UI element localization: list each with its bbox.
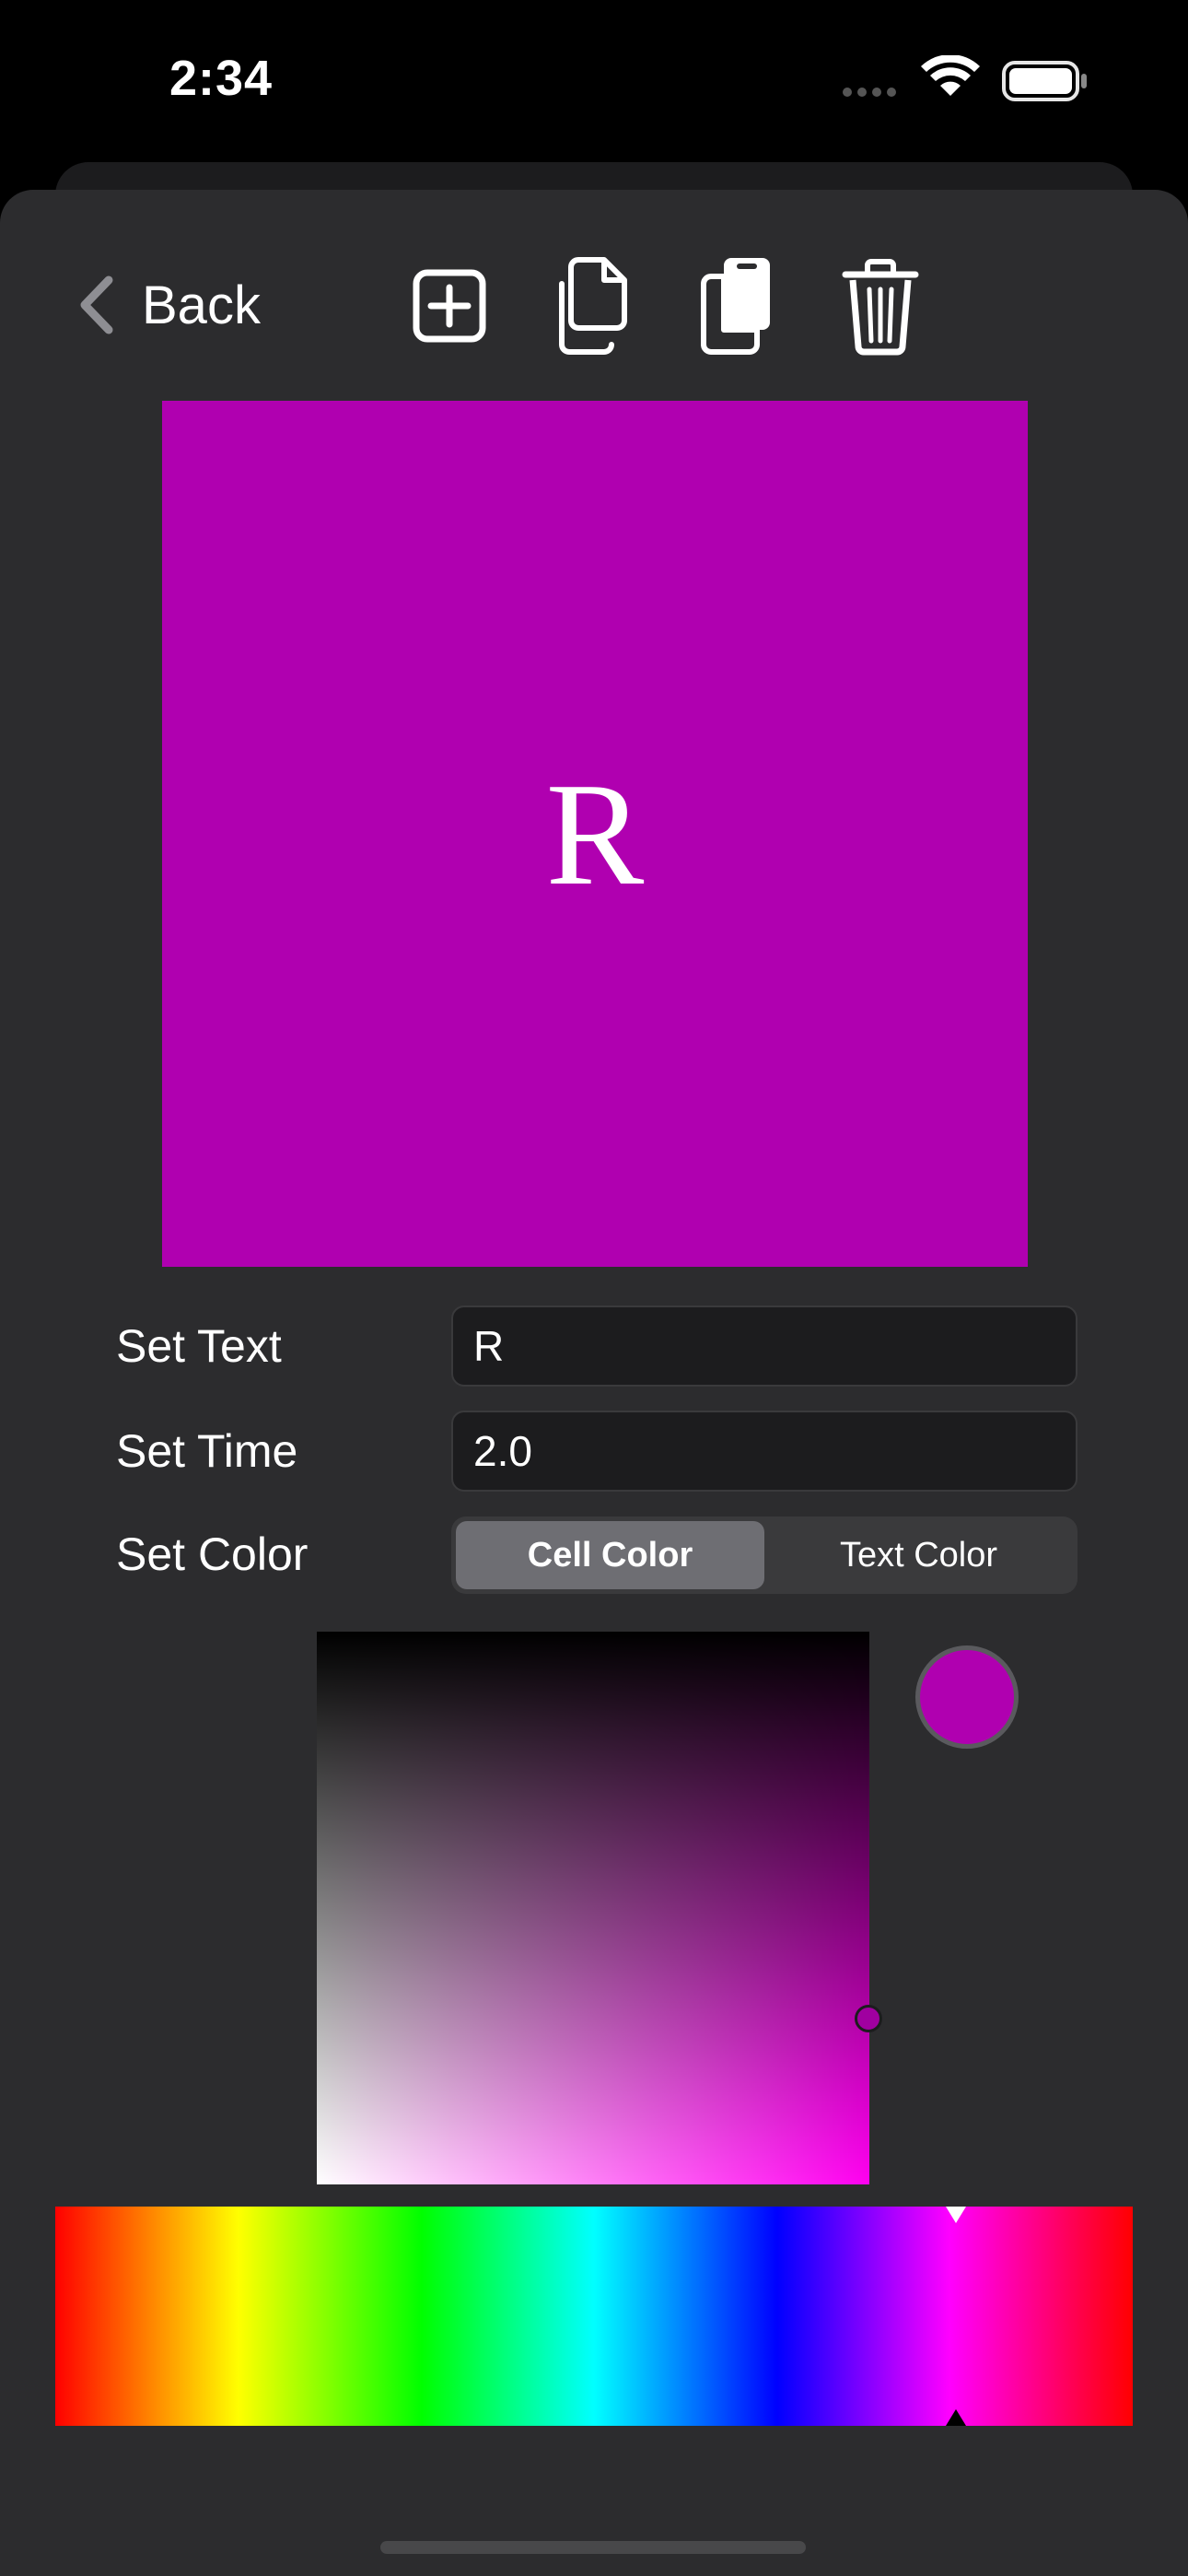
segment-cell-color[interactable]: Cell Color [456, 1521, 764, 1589]
back-label: Back [142, 275, 261, 335]
cell-preview: R [162, 401, 1028, 1267]
segment-text-color[interactable]: Text Color [764, 1521, 1073, 1589]
duplicate-icon[interactable] [547, 256, 639, 357]
set-time-input[interactable] [451, 1411, 1077, 1492]
saturation-brightness-picker[interactable] [317, 1632, 869, 2184]
back-button[interactable]: Back [74, 263, 261, 346]
hue-marker-top-icon[interactable] [946, 2207, 966, 2223]
battery-icon [1002, 61, 1087, 101]
status-bar: 2:34 [0, 0, 1188, 166]
color-target-segmented-control: Cell Color Text Color [451, 1516, 1077, 1594]
set-time-label: Set Time [116, 1425, 298, 1477]
status-time: 2:34 [169, 51, 274, 106]
chevron-left-icon [80, 275, 113, 334]
cellular-dots-icon [843, 88, 896, 97]
home-indicator [380, 2541, 806, 2554]
selected-color-swatch [915, 1645, 1019, 1749]
hue-slider[interactable] [55, 2207, 1133, 2426]
trash-icon[interactable] [834, 256, 926, 357]
copy-icon[interactable] [691, 256, 783, 357]
wifi-icon [921, 55, 980, 96]
status-icons [843, 55, 1087, 101]
set-text-input[interactable] [451, 1306, 1077, 1387]
set-color-label: Set Color [116, 1528, 309, 1580]
set-text-label: Set Text [116, 1320, 282, 1372]
preview-text: R [545, 751, 645, 916]
saturation-brightness-handle[interactable] [855, 2005, 882, 2032]
hue-marker-bottom-icon[interactable] [946, 2409, 966, 2426]
add-square-icon[interactable] [403, 256, 495, 357]
